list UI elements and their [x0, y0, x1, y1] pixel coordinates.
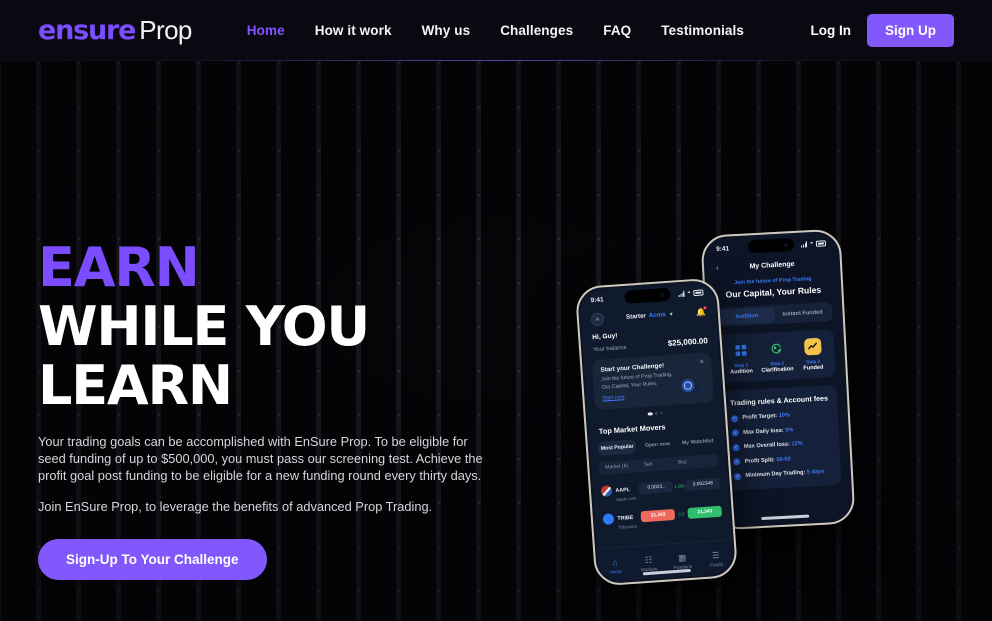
- brand-logo[interactable]: ensure Prop: [38, 15, 192, 46]
- brand-logo-mark: ensure: [38, 15, 136, 46]
- headline-line-2: WHILE YOU: [38, 295, 370, 358]
- top-navbar: ensure Prop Home How it work Why us Chal…: [0, 0, 992, 61]
- headline-line-1: EARN: [38, 236, 200, 299]
- hero-section: EARN WHILE YOU LEARN Your trading goals …: [0, 241, 992, 580]
- nav-link-how-it-work[interactable]: How it work: [315, 23, 392, 38]
- hero-headline: EARN WHILE YOU LEARN: [38, 241, 954, 413]
- nav-link-faq[interactable]: FAQ: [603, 23, 631, 38]
- nav-link-testimonials[interactable]: Testimonials: [661, 23, 744, 38]
- headline-line-3: LEARN: [38, 354, 233, 417]
- login-link[interactable]: Log In: [811, 23, 852, 38]
- nav-link-challenges[interactable]: Challenges: [500, 23, 573, 38]
- nav-actions: Log In Sign Up: [811, 14, 954, 47]
- brand-logo-word: Prop: [139, 15, 192, 45]
- hero-paragraph-2: Join EnSure Prop, to leverage the benefi…: [38, 498, 433, 514]
- signup-button[interactable]: Sign Up: [867, 14, 954, 47]
- signup-challenge-button[interactable]: Sign-Up To Your Challenge: [38, 538, 267, 580]
- hero-paragraph-1: Your trading goals can be accomplished w…: [38, 434, 483, 483]
- navbar-underline: [0, 60, 992, 61]
- nav-links: Home How it work Why us Challenges FAQ T…: [247, 23, 744, 38]
- nav-link-why-us[interactable]: Why us: [422, 23, 471, 38]
- hero-copy: Your trading goals can be accomplished w…: [38, 434, 483, 516]
- nav-link-home[interactable]: Home: [247, 23, 285, 38]
